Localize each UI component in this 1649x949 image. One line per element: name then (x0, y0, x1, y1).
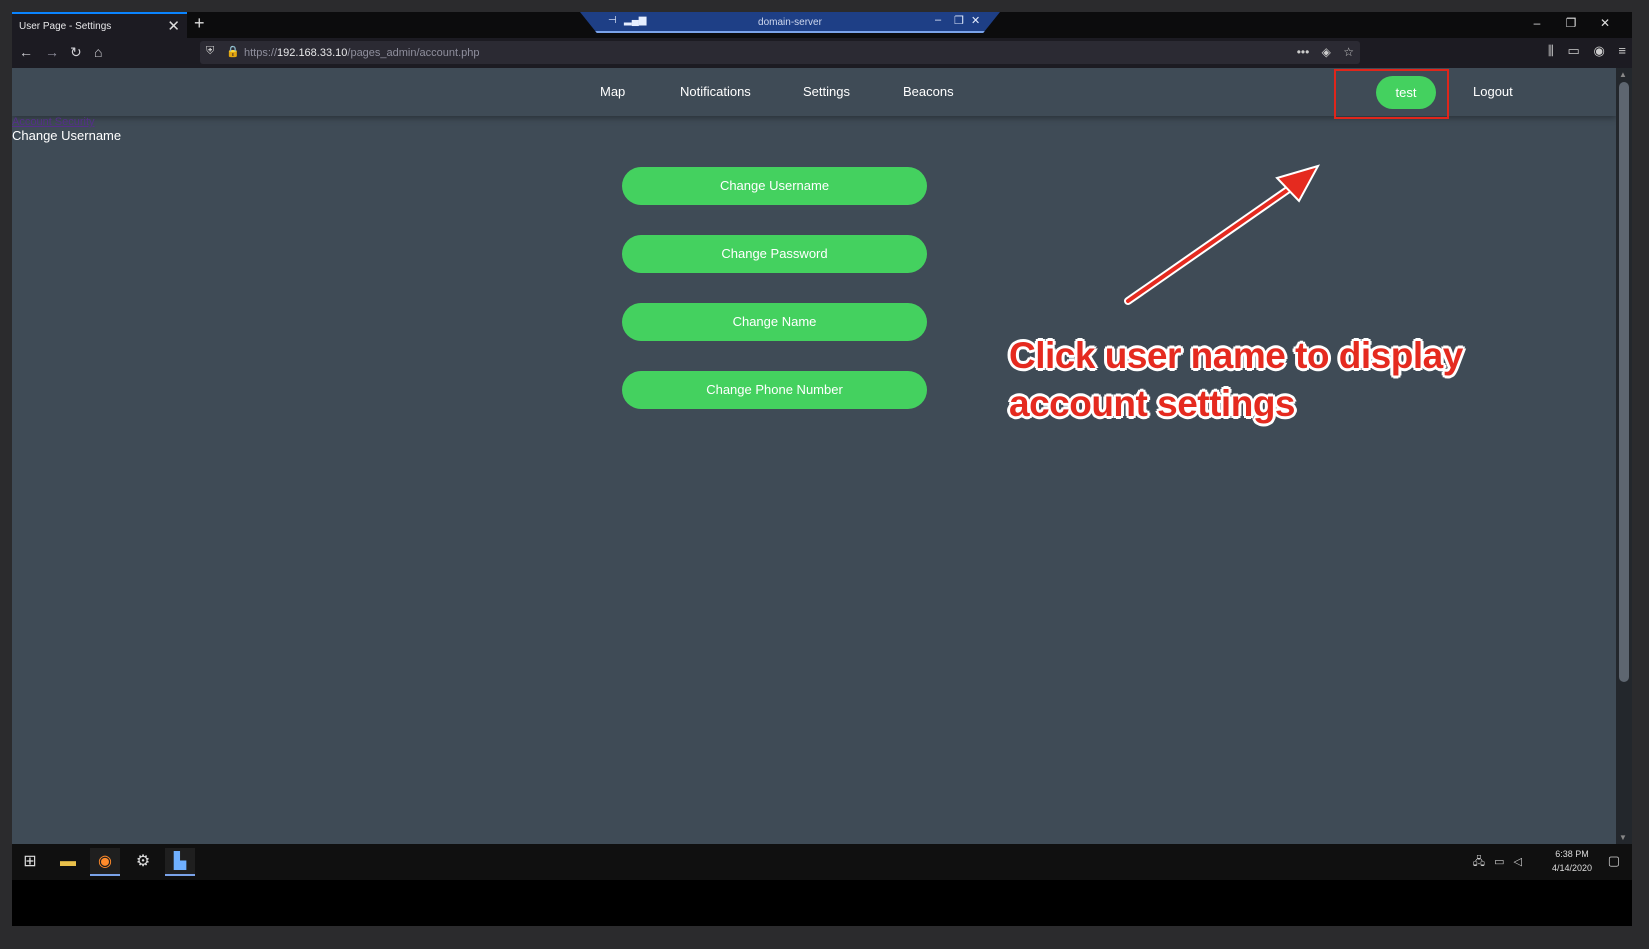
annotation-line-2: account settings (1009, 383, 1295, 424)
site-nav-bar: Map Notifications Settings Beacons test … (12, 68, 1616, 119)
close-icon[interactable]: ✕ (1588, 16, 1622, 30)
firefox-icon[interactable]: ◉ (90, 848, 120, 876)
page-actions-icon[interactable]: ••• (1297, 45, 1310, 59)
restore-icon[interactable]: ❐ (1554, 16, 1588, 30)
account-icon[interactable]: ◉ (1593, 43, 1604, 58)
sidebar-icon[interactable]: ▭ (1568, 43, 1580, 58)
scroll-up-icon[interactable]: ▲ (1619, 70, 1627, 79)
tab-close-icon[interactable]: ✕ (167, 17, 180, 35)
new-tab-icon[interactable]: + (194, 13, 205, 34)
clock-time: 6:38 PM (1555, 849, 1589, 859)
rdp-minimize-icon[interactable]: – (935, 14, 941, 26)
server-manager-icon[interactable]: ⚙ (128, 848, 158, 876)
remote-desktop-icon[interactable]: ▙ (165, 848, 195, 876)
hamburger-menu-icon[interactable]: ≡ (1618, 43, 1626, 58)
change-name-button[interactable]: Change Name (622, 303, 927, 341)
shield-icon[interactable]: ⛨ (206, 45, 214, 58)
annotation-line-1: Click user name to display (1009, 335, 1463, 376)
minimize-icon[interactable]: – (1520, 16, 1554, 30)
file-explorer-icon[interactable]: ▬ (53, 848, 83, 876)
annotation-text: Click user name to display account setti… (1009, 332, 1463, 428)
lock-icon[interactable]: 🔒 (226, 45, 240, 58)
tab-bar: User Page - Settings ✕ + ⊣ ▂▄▆ domain-se… (12, 12, 1632, 38)
clock-date: 4/14/2020 (1551, 863, 1592, 873)
change-username-button[interactable]: Change Username (622, 167, 927, 205)
page-subtitle: Change Username (12, 128, 122, 143)
nav-map-link[interactable]: Map (600, 84, 625, 99)
tab-title: User Page - Settings (19, 21, 112, 32)
logout-link[interactable]: Logout (1473, 84, 1513, 99)
change-password-button[interactable]: Change Password (622, 235, 927, 273)
browser-window: User Page - Settings ✕ + ⊣ ▂▄▆ domain-se… (12, 12, 1632, 926)
navigation-toolbar: ← → ↻ ⌂ ⛨ 🔒 https://192.168.33.10/pages_… (12, 38, 1632, 68)
library-icon[interactable]: ⫼ (1548, 43, 1554, 58)
scrollbar-thumb[interactable] (1619, 82, 1629, 682)
window-controls: – ❐ ✕ (1520, 16, 1622, 30)
user-name-button[interactable]: test (1376, 76, 1436, 109)
nav-settings-link[interactable]: Settings (803, 84, 850, 99)
system-tray: 🖧 ▭ ◁ (1467, 853, 1522, 872)
change-phone-number-button[interactable]: Change Phone Number (622, 371, 927, 409)
back-arrow-icon[interactable]: ← (19, 44, 33, 60)
account-security-link[interactable]: Account Security (12, 116, 95, 128)
windows-start-icon[interactable]: ⊞ (15, 848, 45, 876)
nav-notifications-link[interactable]: Notifications (680, 84, 751, 99)
display-icon[interactable]: ▭ (1494, 856, 1504, 868)
notifications-icon[interactable]: ▢ (1608, 853, 1620, 869)
windows-taskbar: ⊞ ▬ ◉ ⚙ ▙ 🖧 ▭ ◁ 6:38 PM 4/14/2020 ▢ (12, 844, 1632, 880)
forward-arrow-icon[interactable]: → (45, 44, 59, 60)
reload-icon[interactable]: ↻ (70, 44, 82, 61)
home-icon[interactable]: ⌂ (94, 44, 102, 60)
page-viewport: Map Notifications Settings Beacons test … (12, 68, 1616, 844)
tab-active[interactable]: User Page - Settings ✕ (12, 12, 187, 38)
vertical-scrollbar[interactable]: ▲ ▼ (1616, 68, 1632, 844)
rdp-restore-icon[interactable]: ❐ (954, 14, 964, 27)
remote-session-bar: ⊣ ▂▄▆ domain-server – ❐ ✕ (580, 12, 1000, 33)
taskbar-clock[interactable]: 6:38 PM 4/14/2020 (1552, 847, 1592, 875)
scroll-down-icon[interactable]: ▼ (1619, 833, 1627, 842)
volume-icon[interactable]: ◁ (1514, 856, 1522, 868)
network-icon[interactable]: 🖧 (1473, 856, 1485, 868)
url-bar[interactable]: ⛨ 🔒 https://192.168.33.10/pages_admin/ac… (200, 41, 1360, 64)
rdp-close-icon[interactable]: ✕ (971, 14, 980, 27)
url-text[interactable]: https://192.168.33.10/pages_admin/accoun… (244, 47, 480, 59)
pocket-icon[interactable]: ◈ (1322, 45, 1331, 59)
bookmark-star-icon[interactable]: ☆ (1343, 45, 1354, 59)
nav-beacons-link[interactable]: Beacons (903, 84, 954, 99)
